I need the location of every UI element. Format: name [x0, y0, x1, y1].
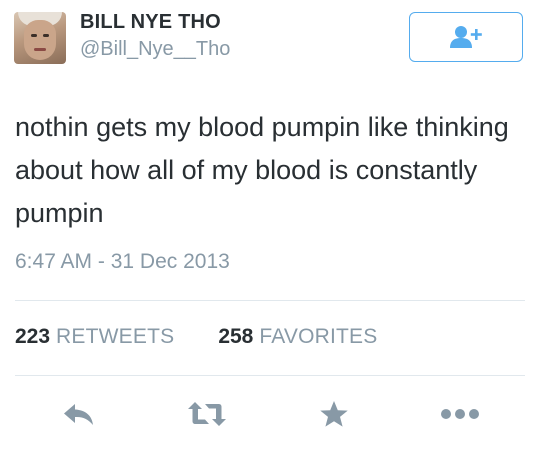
avatar-eye-right — [43, 34, 49, 37]
follow-button[interactable] — [409, 12, 523, 62]
retweets-label: RETWEETS — [56, 325, 175, 348]
reply-button[interactable] — [59, 394, 99, 434]
avatar[interactable] — [14, 12, 66, 64]
reply-icon — [64, 404, 93, 425]
tweet-timestamp[interactable]: 6:47 AM - 31 Dec 2013 — [15, 250, 230, 274]
tweet-text: nothin gets my blood pumpin like thinkin… — [15, 112, 509, 228]
tweet-stats: 223 RETWEETS 258 FAVORITES — [15, 325, 377, 349]
retweet-button[interactable] — [187, 394, 227, 434]
favorites-label: FAVORITES — [259, 325, 378, 348]
tweet-actions — [0, 394, 540, 434]
retweet-icon — [188, 402, 226, 426]
display-name[interactable]: BILL NYE THO — [80, 11, 221, 34]
avatar-face — [24, 20, 56, 60]
more-button[interactable] — [440, 394, 480, 434]
avatar-eye-left — [31, 34, 37, 37]
user-handle[interactable]: @Bill_Nye__Tho — [80, 38, 230, 61]
favorites-stat[interactable]: 258 FAVORITES — [218, 325, 377, 349]
more-icon — [441, 409, 479, 419]
retweets-count: 223 — [15, 325, 51, 348]
divider — [15, 300, 525, 301]
avatar-mouth — [34, 48, 46, 51]
star-icon — [320, 401, 348, 427]
favorites-count: 258 — [218, 325, 254, 348]
retweets-stat[interactable]: 223 RETWEETS — [15, 325, 174, 349]
favorite-button[interactable] — [314, 394, 354, 434]
add-user-icon — [450, 26, 482, 48]
divider — [15, 375, 525, 376]
